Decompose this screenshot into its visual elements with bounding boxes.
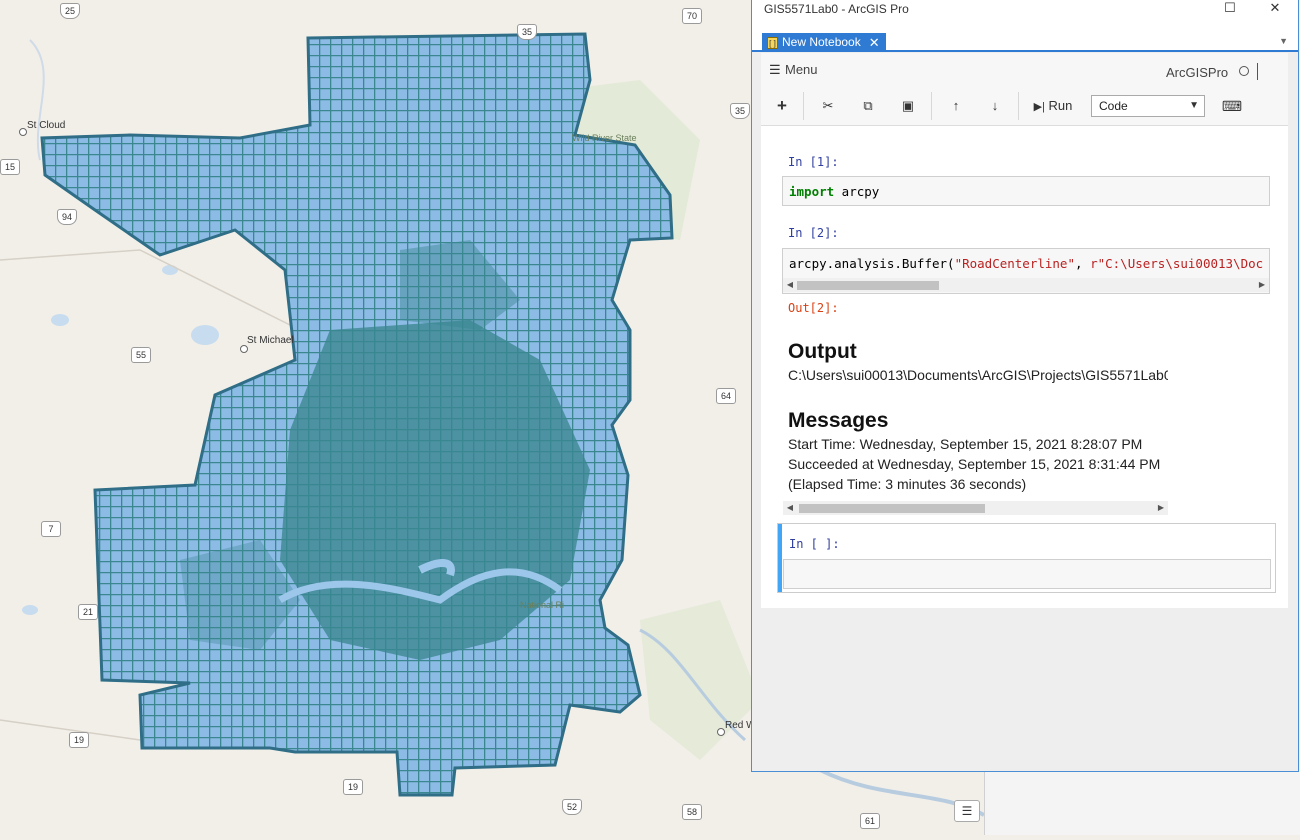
kernel-status-icon bbox=[1239, 66, 1249, 76]
tab-label: New Notebook bbox=[782, 35, 861, 49]
city-label: St Cloud bbox=[27, 120, 66, 131]
close-tab-icon[interactable]: ✕ bbox=[869, 33, 880, 52]
park-label: National Ri bbox=[520, 600, 565, 610]
city-marker bbox=[19, 128, 27, 136]
run-button[interactable]: ▶| Run bbox=[1029, 95, 1077, 117]
city-marker bbox=[240, 345, 248, 353]
window-title: GIS5571Lab0 - ArcGIS Pro bbox=[764, 2, 909, 16]
notebook-cells: In [1]: import arcpy In [2]: arcpy.analy… bbox=[761, 126, 1288, 608]
divider bbox=[1018, 92, 1019, 120]
pane-background bbox=[984, 772, 1300, 835]
divider bbox=[803, 92, 804, 120]
scroll-right-icon[interactable]: ▶ bbox=[1257, 278, 1267, 292]
hamburger-icon[interactable]: ☰ bbox=[769, 62, 781, 78]
city-marker bbox=[717, 728, 725, 736]
highway-shield: 7 bbox=[41, 521, 61, 537]
highway-shield: 19 bbox=[343, 779, 363, 795]
map-tool-icon[interactable]: ☰ bbox=[954, 800, 980, 822]
messages-heading: Messages bbox=[788, 409, 889, 432]
cut-icon[interactable]: ✂ bbox=[817, 95, 839, 117]
notebook-window: GIS5571Lab0 - ArcGIS Pro ☐ ✕ [ ] New Not… bbox=[751, 0, 1299, 772]
tab-list-dropdown-icon[interactable]: ▼ bbox=[1279, 36, 1288, 46]
title-bar[interactable]: GIS5571Lab0 - ArcGIS Pro ☐ ✕ bbox=[752, 0, 1298, 18]
code-string: "RoadCenterline" bbox=[954, 256, 1075, 271]
copy-icon[interactable]: ⧉ bbox=[857, 95, 879, 117]
paste-icon[interactable]: ▣ bbox=[897, 95, 919, 117]
scroll-thumb[interactable] bbox=[797, 281, 939, 290]
run-label: Run bbox=[1048, 98, 1073, 113]
add-cell-icon[interactable]: + bbox=[771, 95, 793, 117]
divider bbox=[1257, 63, 1258, 80]
scroll-thumb[interactable] bbox=[799, 504, 985, 513]
scroll-right-icon[interactable]: ▶ bbox=[1156, 501, 1166, 515]
move-down-icon[interactable]: ↓ bbox=[984, 95, 1006, 117]
code-keyword: import bbox=[789, 184, 835, 199]
maximize-button[interactable]: ☐ bbox=[1212, 0, 1248, 18]
cell-type-select[interactable]: Code ▼ bbox=[1091, 95, 1205, 117]
highway-shield: 94 bbox=[57, 209, 77, 225]
notebook-toolbar: + ✂ ⧉ ▣ ↑ ↓ ▶| Run Code ▼ ⌨ bbox=[761, 89, 1288, 126]
highway-shield: 35 bbox=[730, 103, 750, 119]
tab-strip: [ ] New Notebook ✕ ▼ bbox=[752, 18, 1298, 52]
keyboard-icon[interactable]: ⌨ bbox=[1221, 95, 1243, 117]
code-scrollbar[interactable]: ◀ ▶ bbox=[783, 278, 1269, 292]
code-string: r"C:\Users\sui00013\Doc bbox=[1090, 256, 1264, 271]
scroll-left-icon[interactable]: ◀ bbox=[785, 278, 795, 292]
city-label: St Michael bbox=[247, 335, 294, 346]
code-editor[interactable]: import arcpy bbox=[782, 176, 1270, 206]
notebook-menubar: ☰ Menu ArcGISPro bbox=[761, 53, 1288, 89]
active-cell-indicator bbox=[778, 524, 782, 592]
run-icon: ▶| bbox=[1033, 101, 1045, 113]
code-text: arcpy.analysis.Buffer( bbox=[789, 256, 955, 271]
highway-shield: 19 bbox=[69, 732, 89, 748]
message-line: Succeeded at Wednesday, September 15, 20… bbox=[788, 456, 1161, 472]
tab-new-notebook[interactable]: [ ] New Notebook ✕ bbox=[762, 33, 886, 52]
code-editor[interactable] bbox=[783, 559, 1271, 589]
highway-shield: 70 bbox=[682, 8, 702, 24]
scroll-left-icon[interactable]: ◀ bbox=[785, 501, 795, 515]
output-path: C:\Users\sui00013\Documents\ArcGIS\Proje… bbox=[788, 367, 1168, 383]
chevron-down-icon: ▼ bbox=[1189, 100, 1199, 111]
message-line: (Elapsed Time: 3 minutes 36 seconds) bbox=[788, 476, 1027, 492]
output-prompt: Out[2]: bbox=[788, 301, 839, 315]
highway-shield: 21 bbox=[78, 604, 98, 620]
close-window-button[interactable]: ✕ bbox=[1257, 0, 1293, 18]
cell-prompt: In [ ]: bbox=[789, 537, 840, 551]
output-heading: Output bbox=[788, 340, 857, 363]
highway-shield: 52 bbox=[562, 799, 582, 815]
highway-shield: 55 bbox=[131, 347, 151, 363]
divider bbox=[931, 92, 932, 120]
menu-button[interactable]: Menu bbox=[785, 62, 818, 77]
highway-shield: 64 bbox=[716, 388, 736, 404]
notebook-icon: [ ] bbox=[767, 36, 778, 49]
cell-type-value: Code bbox=[1099, 99, 1128, 113]
move-up-icon[interactable]: ↑ bbox=[945, 95, 967, 117]
code-text: arcpy bbox=[834, 184, 880, 199]
active-cell[interactable]: In [ ]: bbox=[777, 523, 1276, 593]
output-scrollbar[interactable]: ◀ ▶ bbox=[783, 501, 1168, 515]
cell-prompt: In [1]: bbox=[788, 155, 839, 169]
kernel-name: ArcGISPro bbox=[1166, 65, 1229, 80]
cell-prompt: In [2]: bbox=[788, 226, 839, 240]
highway-shield: 61 bbox=[860, 813, 880, 829]
highway-shield: 58 bbox=[682, 804, 702, 820]
highway-shield: 25 bbox=[60, 3, 80, 19]
park-label: Wild River State bbox=[572, 133, 637, 143]
highway-shield: 15 bbox=[0, 159, 20, 175]
highway-shield: 35 bbox=[517, 24, 537, 40]
message-line: Start Time: Wednesday, September 15, 202… bbox=[788, 436, 1143, 452]
code-text: , bbox=[1075, 256, 1091, 271]
